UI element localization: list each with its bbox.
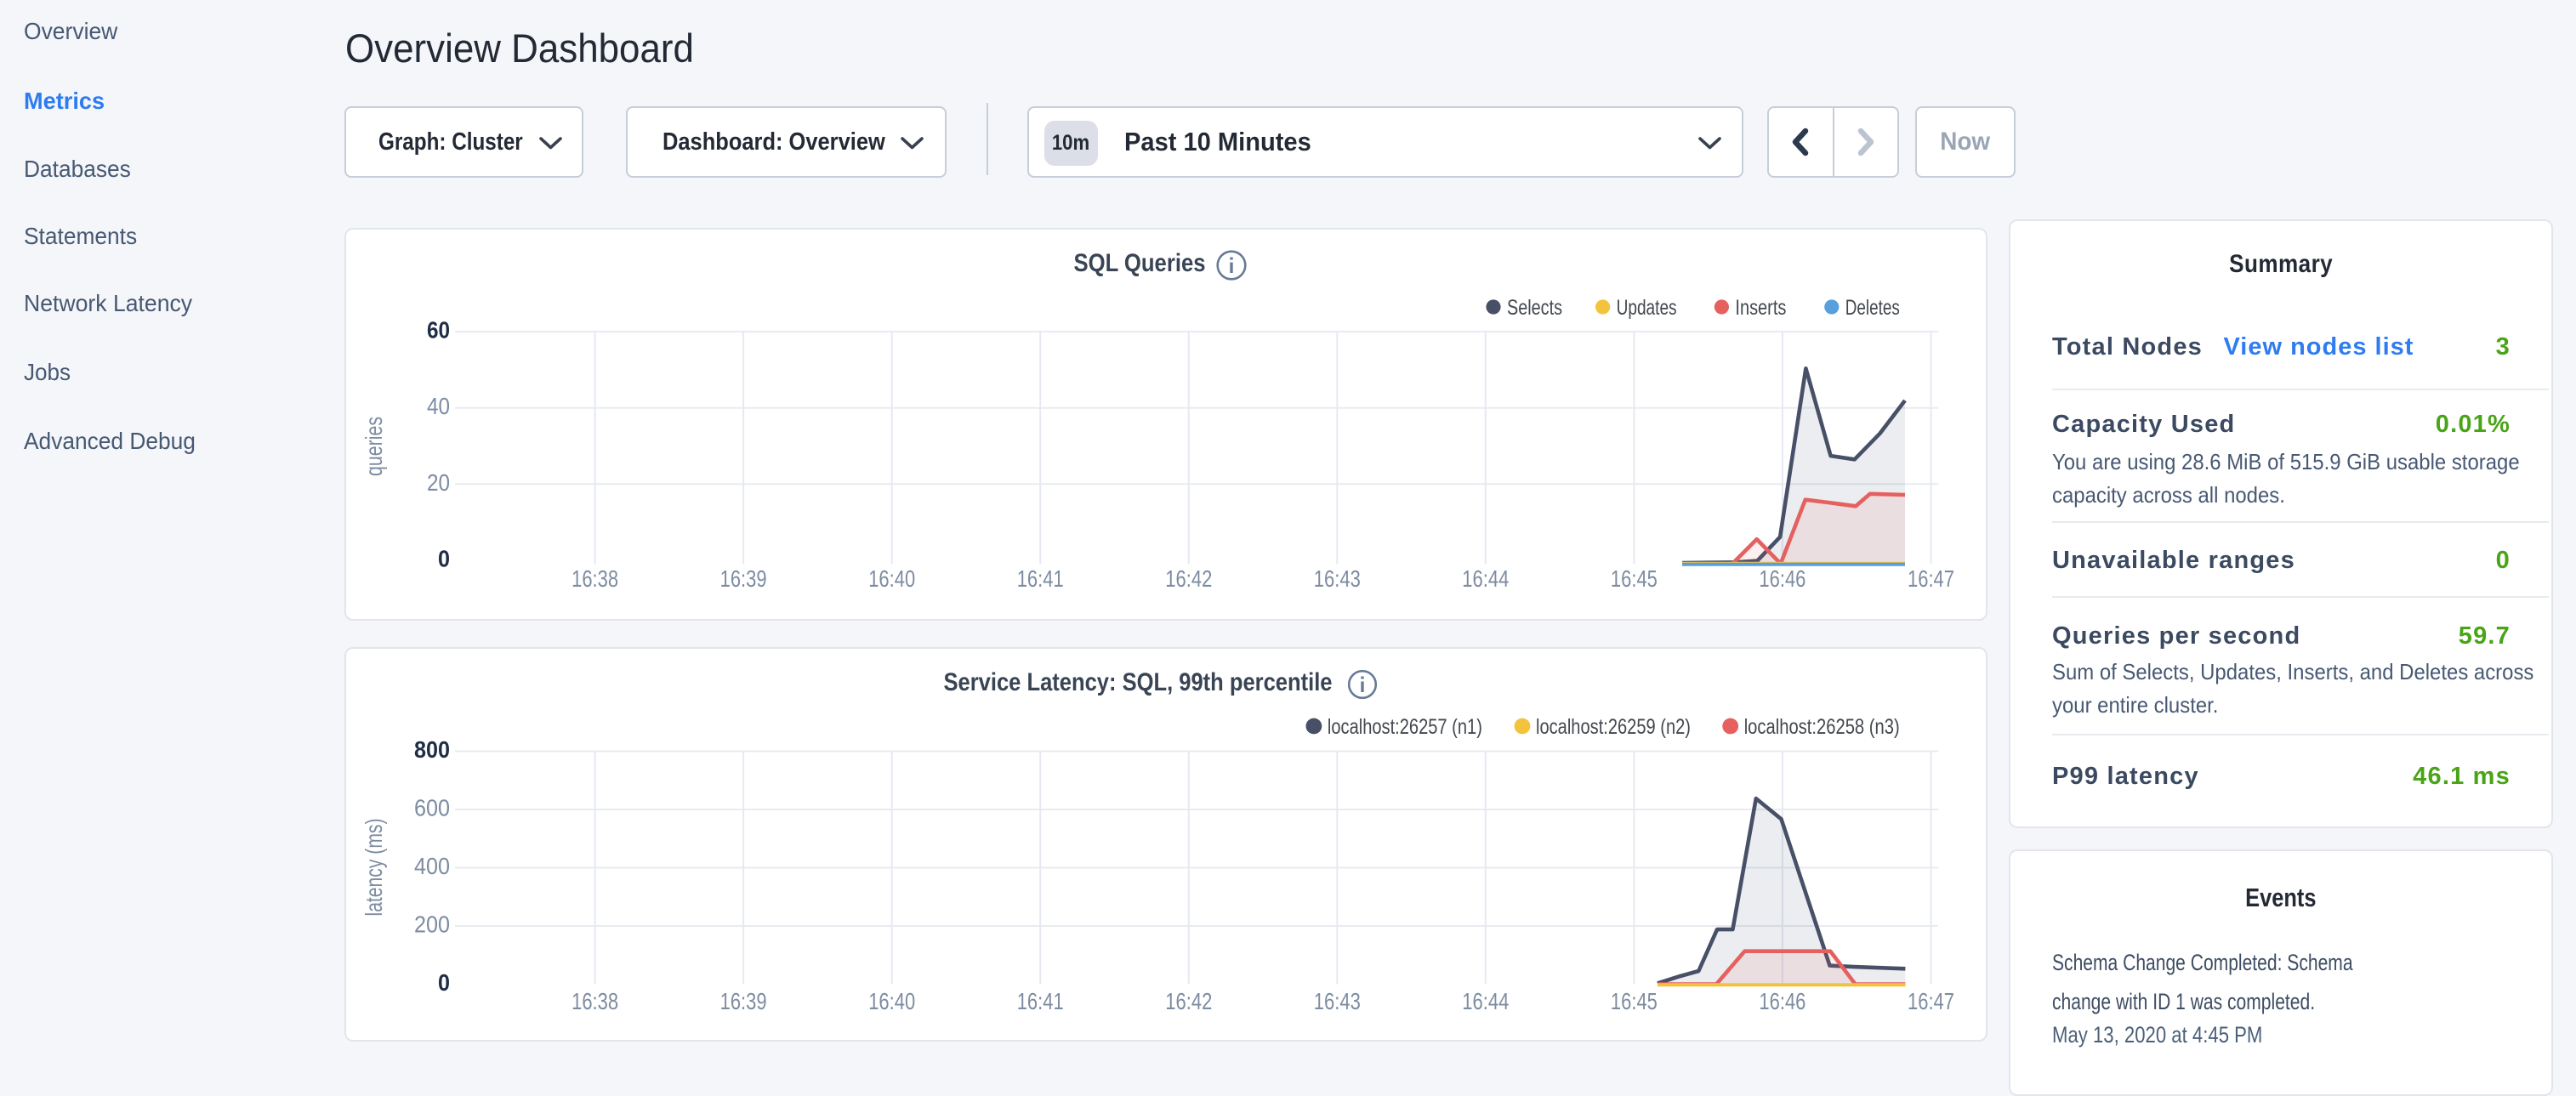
svg-text:200: 200 xyxy=(414,911,450,938)
svg-text:16:41: 16:41 xyxy=(1017,988,1064,1014)
svg-text:16:45: 16:45 xyxy=(1611,988,1658,1014)
svg-text:800: 800 xyxy=(414,736,450,763)
svg-text:16:40: 16:40 xyxy=(868,565,915,592)
svg-text:16:42: 16:42 xyxy=(1165,988,1212,1014)
svg-text:SQL Queries: SQL Queries xyxy=(1074,249,1206,277)
svg-text:localhost:26257 (n1): localhost:26257 (n1) xyxy=(1328,715,1482,739)
svg-text:Deletes: Deletes xyxy=(1845,296,1900,320)
svg-text:Updates: Updates xyxy=(1617,296,1677,320)
svg-text:queries: queries xyxy=(361,417,387,476)
svg-text:16:44: 16:44 xyxy=(1462,988,1509,1014)
svg-text:16:46: 16:46 xyxy=(1759,565,1805,592)
svg-text:16:39: 16:39 xyxy=(720,988,767,1014)
svg-text:600: 600 xyxy=(414,795,450,821)
svg-text:40: 40 xyxy=(427,393,450,419)
svg-text:400: 400 xyxy=(414,853,450,879)
svg-text:20: 20 xyxy=(427,469,450,496)
svg-text:0: 0 xyxy=(438,969,450,996)
svg-text:16:41: 16:41 xyxy=(1017,565,1064,592)
svg-text:16:47: 16:47 xyxy=(1908,565,1954,592)
svg-text:16:39: 16:39 xyxy=(720,565,767,592)
svg-text:16:43: 16:43 xyxy=(1314,988,1361,1014)
svg-text:16:45: 16:45 xyxy=(1611,565,1658,592)
svg-text:latency (ms): latency (ms) xyxy=(361,819,387,917)
svg-text:Selects: Selects xyxy=(1507,296,1562,320)
svg-text:0: 0 xyxy=(438,546,450,572)
svg-text:60: 60 xyxy=(427,317,450,344)
svg-text:16:38: 16:38 xyxy=(571,988,618,1014)
svg-text:16:43: 16:43 xyxy=(1314,565,1361,592)
svg-text:Inserts: Inserts xyxy=(1735,296,1786,320)
svg-text:localhost:26259 (n2): localhost:26259 (n2) xyxy=(1536,715,1691,739)
svg-text:16:42: 16:42 xyxy=(1165,565,1212,592)
svg-text:16:44: 16:44 xyxy=(1462,565,1509,592)
svg-text:16:38: 16:38 xyxy=(571,565,618,592)
svg-text:16:47: 16:47 xyxy=(1908,988,1954,1014)
svg-text:Service Latency: SQL, 99th per: Service Latency: SQL, 99th percentile xyxy=(944,668,1333,696)
svg-text:16:40: 16:40 xyxy=(868,988,915,1014)
svg-text:localhost:26258 (n3): localhost:26258 (n3) xyxy=(1744,715,1900,739)
svg-text:16:46: 16:46 xyxy=(1759,988,1805,1014)
